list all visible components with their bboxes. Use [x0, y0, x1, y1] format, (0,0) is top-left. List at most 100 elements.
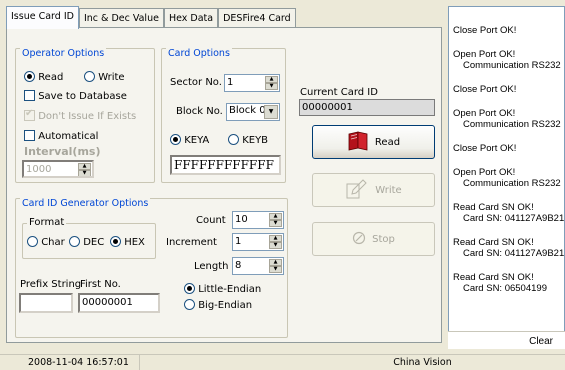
stop-icon [352, 231, 366, 248]
write-button-label: Write [375, 184, 402, 196]
increment-stepper[interactable]: 1 ▲ ▼ [232, 233, 284, 251]
length-value: 8 [235, 260, 242, 271]
key-input[interactable]: FFFFFFFFFFFF [170, 155, 281, 175]
big-endian-radio[interactable]: Big-Endian [184, 299, 252, 311]
tab-desfire4-card[interactable]: DESFire4 Card [218, 8, 296, 29]
log-entry-line1: Read Card SN OK! [453, 272, 534, 283]
sector-stepper[interactable]: 1 ▲ ▼ [224, 74, 280, 92]
dont-issue-box[interactable] [24, 108, 35, 121]
log-entry-line2: Communication RS232 [463, 178, 561, 189]
read-radio-label: Read [38, 72, 64, 83]
log-entry: Open Port OK! Communication RS232 [453, 167, 564, 189]
operator-options-group: Operator Options Read Write Save to Data… [15, 48, 155, 183]
save-to-database-label: Save to Database [38, 91, 127, 102]
char-radio-indicator[interactable] [27, 236, 38, 247]
keya-radio-label: KEYA [184, 135, 210, 146]
dec-radio[interactable]: DEC [69, 236, 104, 248]
write-hand-icon [345, 178, 369, 203]
operator-options-title: Operator Options [20, 48, 107, 59]
increment-label: Increment [166, 237, 217, 248]
increment-spin-buttons[interactable]: ▲ ▼ [269, 235, 282, 249]
log-entry-line1: Open Port OK! [453, 108, 516, 119]
little-endian-radio-indicator[interactable] [184, 283, 195, 294]
log-footer: Clear [448, 331, 565, 349]
log-entry-line2: Card SN: 041127A9B210 [463, 248, 565, 259]
hex-radio-indicator[interactable] [110, 236, 121, 247]
save-to-database-checkbox[interactable]: Save to Database [24, 90, 127, 102]
log-entry-line2: Communication RS232 [463, 60, 561, 71]
automatical-box[interactable] [24, 130, 35, 141]
card-options-title: Card Options [166, 48, 232, 59]
interval-stepper[interactable]: 1000 ▲ ▼ [22, 160, 94, 178]
log-entry: Open Port OK! Communication RS232 [453, 49, 564, 71]
sector-label: Sector No. [170, 77, 222, 88]
prefix-string-input[interactable] [19, 293, 73, 313]
interval-value: 1000 [26, 164, 52, 175]
write-mode-radio[interactable]: Write [84, 71, 125, 83]
count-stepper[interactable]: 10 ▲ ▼ [232, 211, 284, 229]
log-entry-line1: Close Port OK! [453, 84, 517, 95]
big-endian-radio-indicator[interactable] [184, 299, 195, 310]
log-entry-line1: Read Card SN OK! [453, 202, 534, 213]
tab-inc-dec-value[interactable]: Inc & Dec Value [78, 8, 164, 29]
big-endian-label: Big-Endian [198, 300, 253, 311]
current-card-id-label: Current Card ID [300, 87, 378, 98]
write-button[interactable]: Write [312, 173, 435, 207]
automatical-checkbox[interactable]: Automatical [24, 130, 98, 142]
chevron-down-icon[interactable]: ▼ [264, 105, 278, 119]
status-datetime: 2008-11-04 16:57:01 [0, 355, 140, 370]
hex-radio[interactable]: HEX [110, 236, 145, 248]
tab-panel-issue-card-id: Operator Options Read Write Save to Data… [6, 27, 442, 343]
keya-radio[interactable]: KEYA [170, 134, 209, 146]
stop-button[interactable]: Stop [312, 222, 435, 256]
log-entry: Read Card SN OK! Card SN: 06504199 [453, 272, 564, 294]
count-value: 10 [235, 214, 248, 225]
read-button-label: Read [374, 136, 401, 148]
log-entry-line1: Read Card SN OK! [453, 237, 534, 248]
log-entry-line1: Close Port OK! [453, 25, 517, 36]
log-entry-line2: Card SN: 06504199 [463, 283, 547, 294]
keyb-radio-indicator[interactable] [228, 134, 239, 145]
format-group: Format Char DEC HEX [22, 217, 156, 259]
hex-radio-label: HEX [124, 237, 145, 248]
keya-radio-indicator[interactable] [170, 134, 181, 145]
tab-strip: Issue Card ID Inc & Dec Value Hex Data D… [6, 6, 296, 29]
block-select[interactable]: Block 0 ▼ [226, 103, 280, 121]
log-entry: Close Port OK! [453, 143, 564, 154]
tab-hex-data[interactable]: Hex Data [163, 8, 219, 29]
sector-spin-buttons[interactable]: ▲ ▼ [265, 76, 278, 90]
card-options-group: Card Options Sector No. 1 ▲ ▼ Block No. B… [161, 48, 286, 183]
save-to-database-box[interactable] [24, 90, 35, 101]
count-spin-buttons[interactable]: ▲ ▼ [269, 213, 282, 227]
clear-button[interactable]: Clear [529, 336, 553, 347]
read-radio-indicator[interactable] [24, 71, 35, 82]
length-stepper[interactable]: 8 ▲ ▼ [232, 257, 284, 275]
dec-radio-label: DEC [83, 237, 105, 248]
first-no-input[interactable]: 00000001 [78, 293, 160, 313]
interval-spin-buttons[interactable]: ▲ ▼ [78, 163, 91, 176]
increment-value: 1 [235, 236, 242, 247]
dont-issue-checkbox[interactable]: Don't Issue If Exists [24, 108, 136, 122]
write-radio-indicator[interactable] [84, 71, 95, 82]
keyb-radio[interactable]: KEYB [228, 134, 268, 146]
log-entry-line2: Communication RS232 [463, 119, 561, 130]
log-panel[interactable]: Close Port OK! Open Port OK! Communication… [448, 6, 565, 348]
interval-label: Interval(ms) [24, 145, 101, 158]
dec-radio-indicator[interactable] [69, 236, 80, 247]
read-mode-radio[interactable]: Read [24, 71, 63, 83]
little-endian-radio[interactable]: Little-Endian [184, 283, 261, 295]
keyb-radio-label: KEYB [242, 135, 269, 146]
log-entry: Read Card SN OK! Card SN: 041127A9B210 [453, 237, 564, 259]
log-entry: Close Port OK! [453, 84, 564, 95]
read-button[interactable]: Read [312, 125, 435, 159]
log-entry: Close Port OK! [453, 25, 564, 36]
char-radio-label: Char [41, 237, 65, 248]
automatical-label: Automatical [38, 131, 99, 142]
length-spin-buttons[interactable]: ▲ ▼ [269, 259, 282, 273]
first-no-label: First No. [80, 279, 121, 290]
log-entry-line1: Open Port OK! [453, 167, 516, 178]
stop-button-label: Stop [372, 233, 395, 245]
char-radio[interactable]: Char [27, 236, 65, 248]
tab-issue-card-id[interactable]: Issue Card ID [6, 6, 79, 29]
current-card-id-field: 00000001 [299, 99, 435, 116]
